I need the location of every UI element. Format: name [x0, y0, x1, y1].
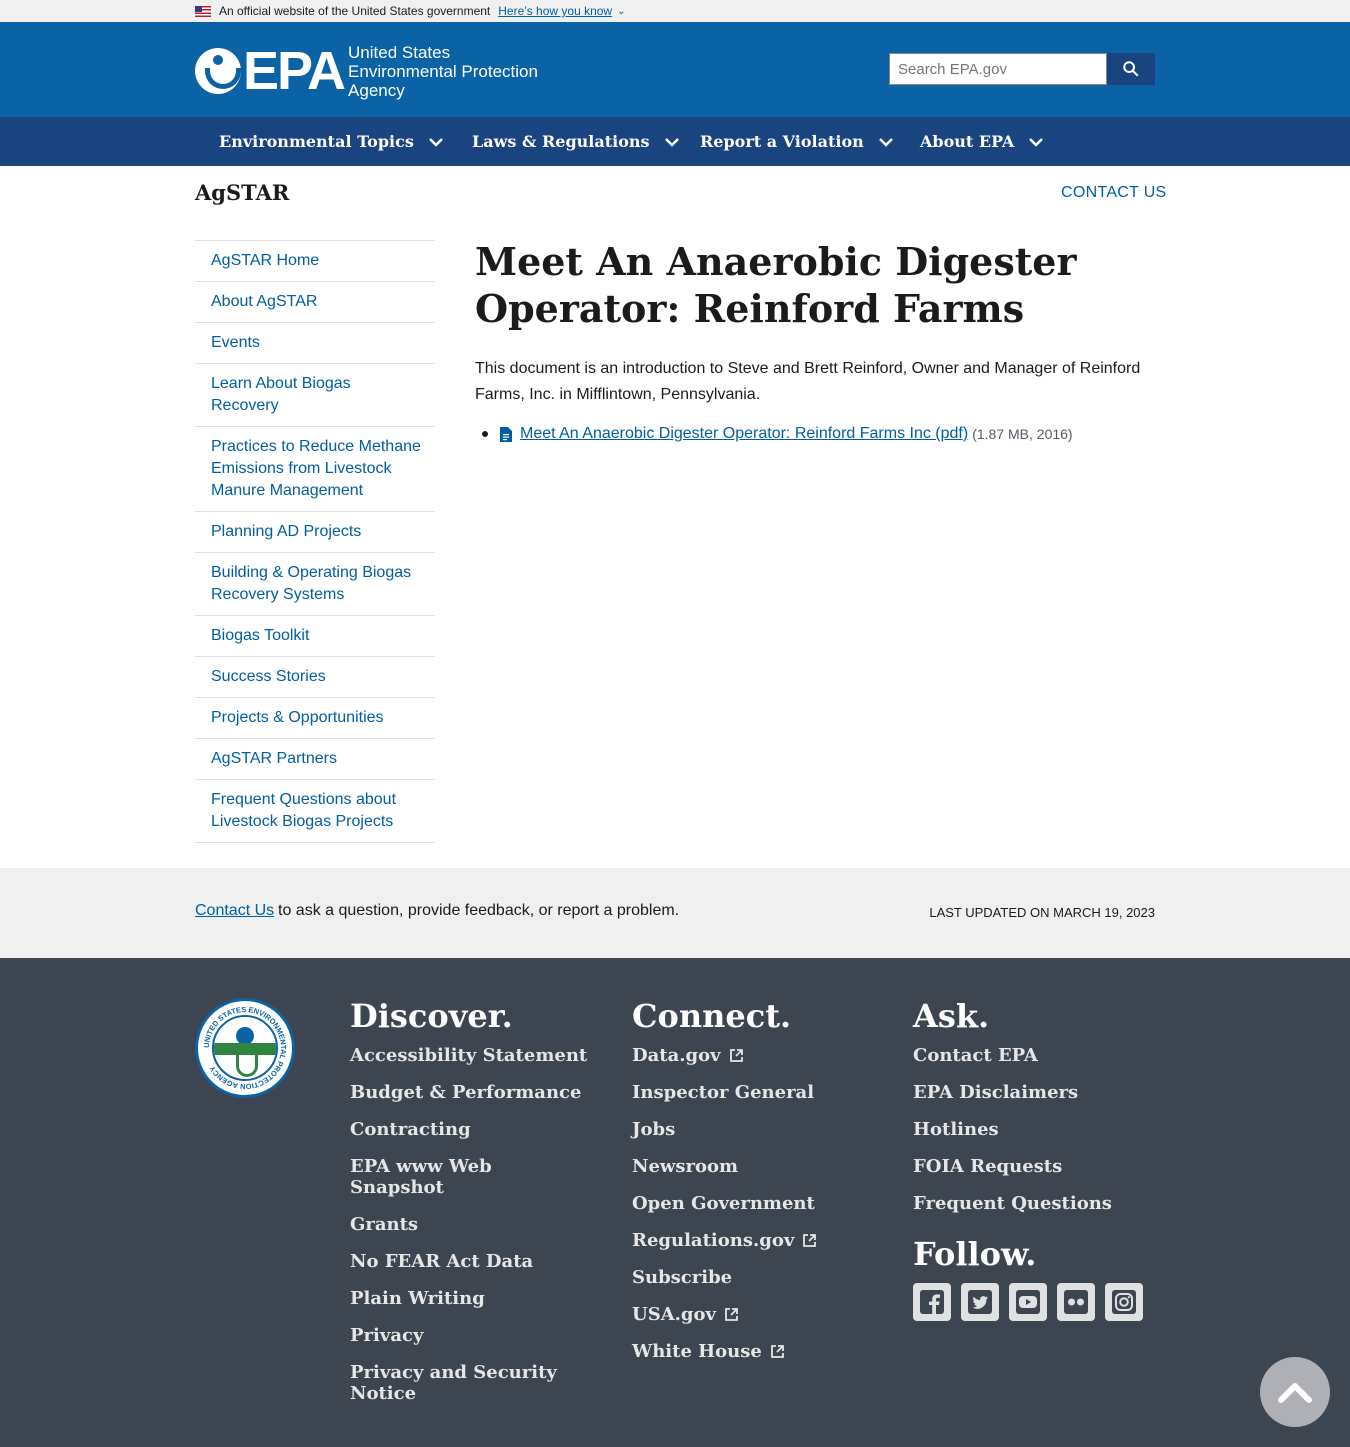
epa-logo[interactable]: EPA United States Environmental Protecti… [195, 41, 545, 101]
footer-link-web-snapshot[interactable]: EPA www Web Snapshot [350, 1156, 590, 1198]
sidebar-item-planning-ad[interactable]: Planning AD Projects [195, 512, 435, 553]
document-list-item: Meet An Anaerobic Digester Operator: Rei… [475, 425, 1175, 443]
sidebar-item-about-agstar[interactable]: About AgSTAR [195, 282, 435, 323]
back-to-top-button[interactable] [1260, 1357, 1330, 1427]
footer-link-privacy-security[interactable]: Privacy and Security Notice [350, 1362, 590, 1404]
logo-acronym: EPA [243, 41, 346, 101]
footer-discover: Discover. Accessibility Statement Budget… [350, 998, 590, 1420]
instagram-icon[interactable] [1105, 1283, 1143, 1321]
sidebar-item-success-stories[interactable]: Success Stories [195, 657, 435, 698]
footer-link-contact-epa[interactable]: Contact EPA [913, 1045, 1155, 1066]
twitter-icon[interactable] [961, 1283, 999, 1321]
chevron-down-icon [664, 137, 679, 147]
footer-link-newsroom[interactable]: Newsroom [632, 1156, 872, 1177]
us-flag-icon [195, 5, 211, 17]
footer-link-disclaimers[interactable]: EPA Disclaimers [913, 1082, 1155, 1103]
gov-banner: An official website of the United States… [0, 0, 1350, 22]
footer-link-grants[interactable]: Grants [350, 1214, 590, 1235]
footer-link-foia[interactable]: FOIA Requests [913, 1156, 1155, 1177]
footer-heading-ask: Ask. [913, 997, 990, 1035]
official-website-text: An official website of the United States… [219, 4, 491, 18]
epa-seal-logo: UNITED STATES ENVIRONMENTAL PROTECTION A… [195, 998, 295, 1098]
external-link-icon [725, 1308, 738, 1321]
chevron-down-icon [878, 137, 893, 147]
page-title: Meet An Anaerobic Digester Operator: Rei… [475, 239, 1077, 331]
logo-agency-name: United States Environmental Protection A… [348, 42, 538, 100]
chevron-down-icon[interactable]: ⌄ [617, 6, 625, 17]
chevron-up-icon [1278, 1383, 1312, 1403]
external-link-icon [770, 1345, 784, 1358]
file-icon [500, 426, 512, 442]
social-links [913, 1283, 1155, 1321]
footer-link-usa-gov[interactable]: USA.gov [632, 1304, 872, 1325]
footer-link-white-house[interactable]: White House [632, 1341, 872, 1362]
sidebar-item-practices-methane[interactable]: Practices to Reduce Methane Emissions fr… [195, 427, 435, 512]
nav-report-violation[interactable]: Report a Violation [700, 117, 894, 166]
epa-flower-icon [195, 48, 241, 94]
feedback-contact-link[interactable]: Contact Us [195, 902, 274, 920]
search-input[interactable] [889, 53, 1107, 85]
footer-link-no-fear[interactable]: No FEAR Act Data [350, 1251, 590, 1272]
sidebar-item-frequent-questions[interactable]: Frequent Questions about Livestock Bioga… [195, 780, 435, 843]
footer-link-budget[interactable]: Budget & Performance [350, 1082, 590, 1103]
facebook-icon[interactable] [913, 1283, 951, 1321]
sidebar-item-building-operating[interactable]: Building & Operating Biogas Recovery Sys… [195, 553, 435, 616]
footer-link-data-gov[interactable]: Data.gov [632, 1045, 872, 1066]
chevron-down-icon [428, 137, 443, 147]
footer-link-inspector-general[interactable]: Inspector General [632, 1082, 872, 1103]
pdf-document-link[interactable]: Meet An Anaerobic Digester Operator: Rei… [520, 425, 968, 443]
external-link-icon [729, 1049, 743, 1062]
footer-heading-follow: Follow. [913, 1235, 1037, 1273]
footer-link-privacy[interactable]: Privacy [350, 1325, 590, 1346]
sidebar-item-events[interactable]: Events [195, 323, 435, 364]
footer-link-contracting[interactable]: Contracting [350, 1119, 590, 1140]
sidebar-item-learn-biogas[interactable]: Learn About Biogas Recovery [195, 364, 435, 427]
external-link-icon [803, 1234, 817, 1247]
last-updated: LAST UPDATED ON MARCH 19, 2023 [929, 905, 1155, 920]
sidebar-nav: AgSTAR Home About AgSTAR Events Learn Ab… [195, 240, 435, 843]
footer-link-hotlines[interactable]: Hotlines [913, 1119, 1155, 1140]
heres-how-you-know-link[interactable]: Here’s how you know [498, 4, 612, 18]
footer-link-plain-writing[interactable]: Plain Writing [350, 1288, 590, 1309]
sidebar-item-agstar-partners[interactable]: AgSTAR Partners [195, 739, 435, 780]
footer-heading-connect: Connect. [632, 997, 792, 1035]
list-bullet [482, 431, 488, 437]
intro-paragraph: This document is an introduction to Stev… [475, 360, 1141, 403]
sidebar-item-agstar-home[interactable]: AgSTAR Home [195, 241, 435, 282]
footer-link-subscribe[interactable]: Subscribe [632, 1267, 872, 1288]
chevron-down-icon [1029, 137, 1044, 147]
search-icon [1123, 61, 1139, 77]
document-meta: (1.87 MB, 2016) [972, 426, 1073, 442]
feedback-band: Contact Us to ask a question, provide fe… [0, 868, 1350, 958]
footer-link-accessibility[interactable]: Accessibility Statement [350, 1045, 590, 1066]
site-section-title: AgSTAR [195, 180, 290, 205]
site-header: EPA United States Environmental Protecti… [0, 22, 1350, 117]
feedback-text: to ask a question, provide feedback, or … [278, 902, 680, 919]
seal-emblem [212, 1015, 278, 1081]
search-button[interactable] [1107, 53, 1155, 85]
footer-link-frequent-questions[interactable]: Frequent Questions [913, 1193, 1155, 1214]
sidebar-item-biogas-toolkit[interactable]: Biogas Toolkit [195, 616, 435, 657]
contact-us-link[interactable]: CONTACT US [1061, 184, 1167, 202]
youtube-icon[interactable] [1009, 1283, 1047, 1321]
footer-ask: Ask. Contact EPA EPA Disclaimers Hotline… [913, 998, 1155, 1321]
nav-laws-regulations[interactable]: Laws & Regulations [472, 117, 680, 166]
nav-about-epa[interactable]: About EPA [920, 117, 1044, 166]
sidebar-item-projects-opportunities[interactable]: Projects & Opportunities [195, 698, 435, 739]
footer-link-open-government[interactable]: Open Government [632, 1193, 872, 1214]
footer-link-jobs[interactable]: Jobs [632, 1119, 872, 1140]
site-footer: UNITED STATES ENVIRONMENTAL PROTECTION A… [0, 958, 1350, 1447]
footer-connect: Connect. Data.gov Inspector General Jobs… [632, 998, 872, 1378]
flickr-icon[interactable] [1057, 1283, 1095, 1321]
footer-link-regulations-gov[interactable]: Regulations.gov [632, 1230, 872, 1251]
nav-environmental-topics[interactable]: Environmental Topics [219, 117, 444, 166]
main-nav: Environmental Topics Laws & Regulations … [0, 117, 1350, 166]
footer-heading-discover: Discover. [350, 997, 513, 1035]
